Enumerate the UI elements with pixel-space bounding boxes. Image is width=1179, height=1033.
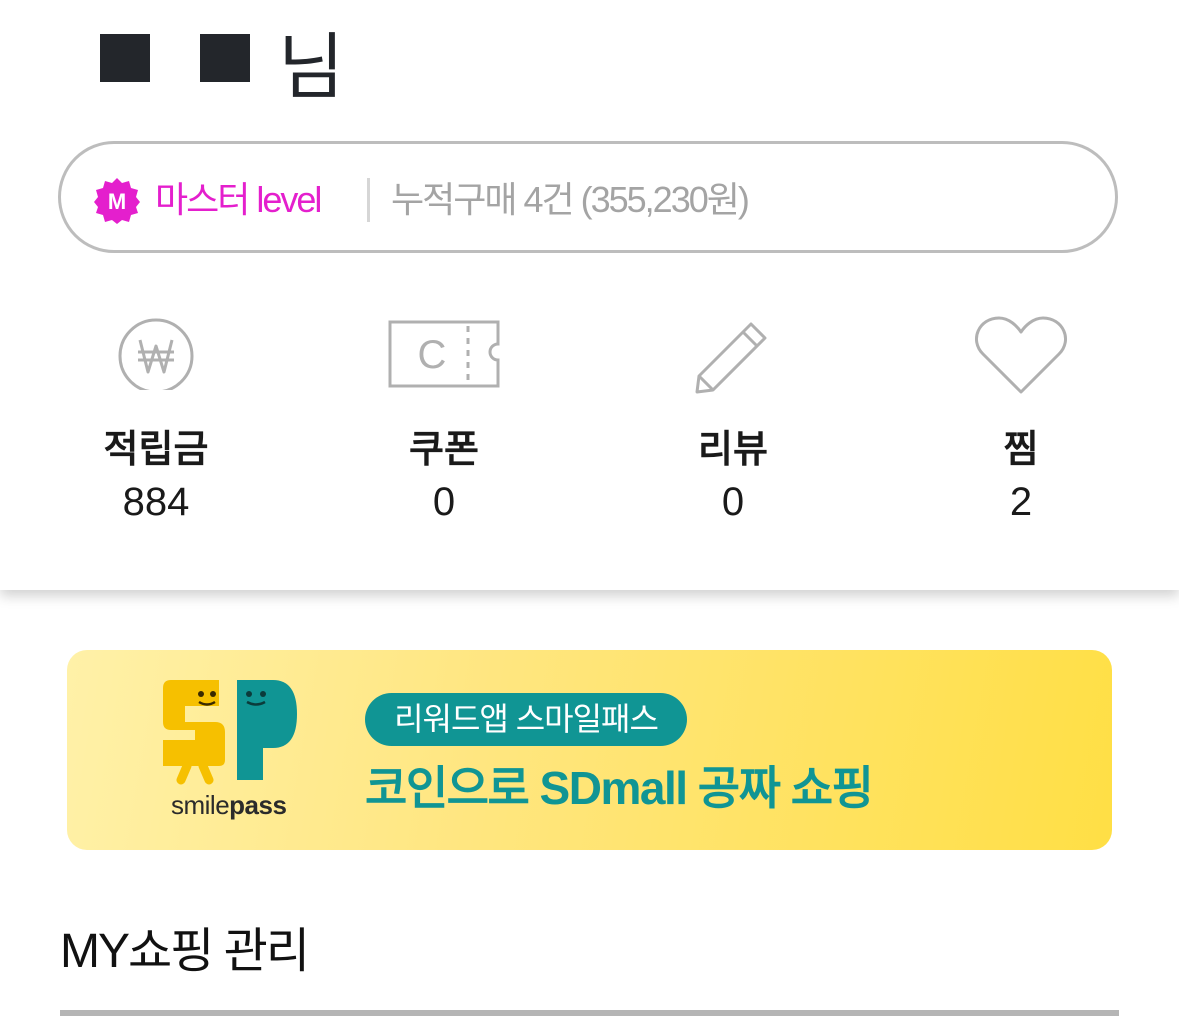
- svg-text:M: M: [108, 189, 126, 214]
- profile-card: 님 M 마스터 level 누적구매 4건 (355,230원) 적립금 884…: [0, 0, 1179, 590]
- stat-value: 2: [1009, 480, 1033, 524]
- stat-wishlist[interactable]: 찜 2: [911, 310, 1131, 530]
- name-suffix: 님: [278, 28, 344, 108]
- stats-row: 적립금 884 C 쿠폰 0 리뷰 0 찜 2: [0, 310, 1179, 530]
- stat-label: 쿠폰: [409, 429, 479, 471]
- stat-points[interactable]: 적립금 884: [46, 310, 266, 530]
- stat-value: 0: [721, 480, 745, 524]
- stat-value: 884: [122, 480, 190, 524]
- masked-name-block: [200, 34, 250, 82]
- stat-label: 찜: [1003, 429, 1039, 471]
- wordmark-light: smile: [171, 790, 230, 820]
- stat-coupons[interactable]: C 쿠폰 0: [334, 310, 554, 530]
- masked-name-block: [100, 34, 150, 82]
- level-badge-icon: M: [93, 177, 141, 225]
- banner-chip: 리워드앱 스마일패스: [365, 693, 687, 746]
- section-divider: [60, 1010, 1119, 1016]
- pencil-icon: [623, 310, 843, 400]
- purchase-summary: 누적구매 4건 (355,230원): [391, 179, 750, 220]
- banner-headline: 코인으로 SDmall 공짜 쇼핑: [365, 762, 874, 814]
- stat-value: 0: [432, 480, 456, 524]
- member-level-pill[interactable]: M 마스터 level 누적구매 4건 (355,230원): [58, 141, 1118, 253]
- stat-label: 적립금: [103, 429, 209, 471]
- level-name: 마스터 level: [155, 179, 322, 220]
- smilepass-logo-icon: [163, 680, 303, 790]
- smilepass-wordmark: smilepass: [171, 790, 287, 820]
- svg-text:C: C: [418, 333, 447, 377]
- heart-icon: [911, 310, 1131, 400]
- coupon-icon: C: [334, 310, 554, 400]
- smilepass-banner[interactable]: smilepass 리워드앱 스마일패스 코인으로 SDmall 공짜 쇼핑: [67, 650, 1112, 850]
- stat-label: 리뷰: [698, 429, 768, 471]
- wordmark-bold: pass: [229, 790, 287, 820]
- won-coin-icon: [46, 310, 266, 400]
- divider: [367, 178, 370, 222]
- section-title: MY쇼핑 관리: [60, 925, 310, 978]
- stat-reviews[interactable]: 리뷰 0: [623, 310, 843, 530]
